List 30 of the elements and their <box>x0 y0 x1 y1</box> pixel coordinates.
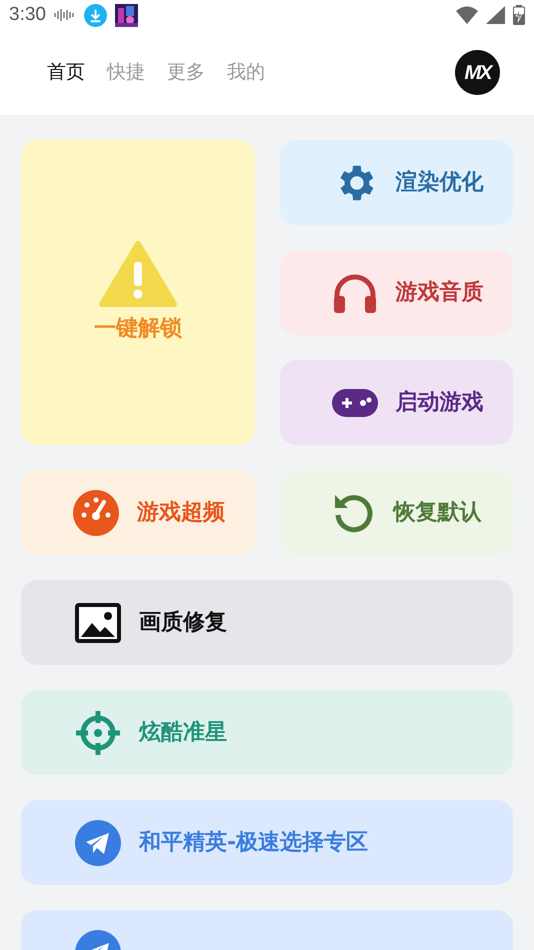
nav-tab[interactable]: 首页 <box>47 58 85 87</box>
feature-row[interactable]: 和平精英-极速选择专区 <box>21 800 513 885</box>
row-label: 画质修复 <box>139 609 227 637</box>
status-time: 3:30 <box>9 2 46 27</box>
feature-tile[interactable]: 渲染优化 <box>280 140 513 225</box>
download-icon <box>84 4 107 26</box>
tile-label: 游戏音质 <box>396 278 484 307</box>
row-label: 和平精英-极速选择专区 <box>139 829 368 857</box>
nav-tab[interactable]: 我的 <box>227 58 265 87</box>
nav-tab[interactable]: 快捷 <box>107 58 145 87</box>
tile-label: 一键解锁 <box>94 315 182 343</box>
app-logo[interactable]: MX <box>455 50 500 95</box>
warning-icon <box>98 240 177 308</box>
feature-row[interactable]: 画质修复 <box>21 580 513 665</box>
nav-tab[interactable]: 更多 <box>167 58 205 87</box>
feature-tile[interactable]: 启动游戏 <box>280 360 513 445</box>
feature-row[interactable]: 炫酷准星 <box>21 690 513 775</box>
tile-label: 游戏超频 <box>137 499 225 527</box>
feature-tile[interactable]: 恢复默认 <box>280 470 513 555</box>
tile-label: 恢复默认 <box>394 499 482 527</box>
feature-tile[interactable]: 一键解锁 <box>21 140 254 445</box>
row-label: 炫酷准星 <box>139 719 227 747</box>
battery-icon <box>513 5 525 25</box>
sound-wave-icon <box>54 8 76 22</box>
signal-icon <box>486 6 505 24</box>
wifi-icon <box>456 6 478 24</box>
feature-tile[interactable]: 游戏音质 <box>280 250 513 335</box>
feature-tile[interactable]: 游戏超频 <box>21 470 254 555</box>
tile-label: 渲染优化 <box>396 168 484 197</box>
tile-label: 启动游戏 <box>396 389 484 417</box>
